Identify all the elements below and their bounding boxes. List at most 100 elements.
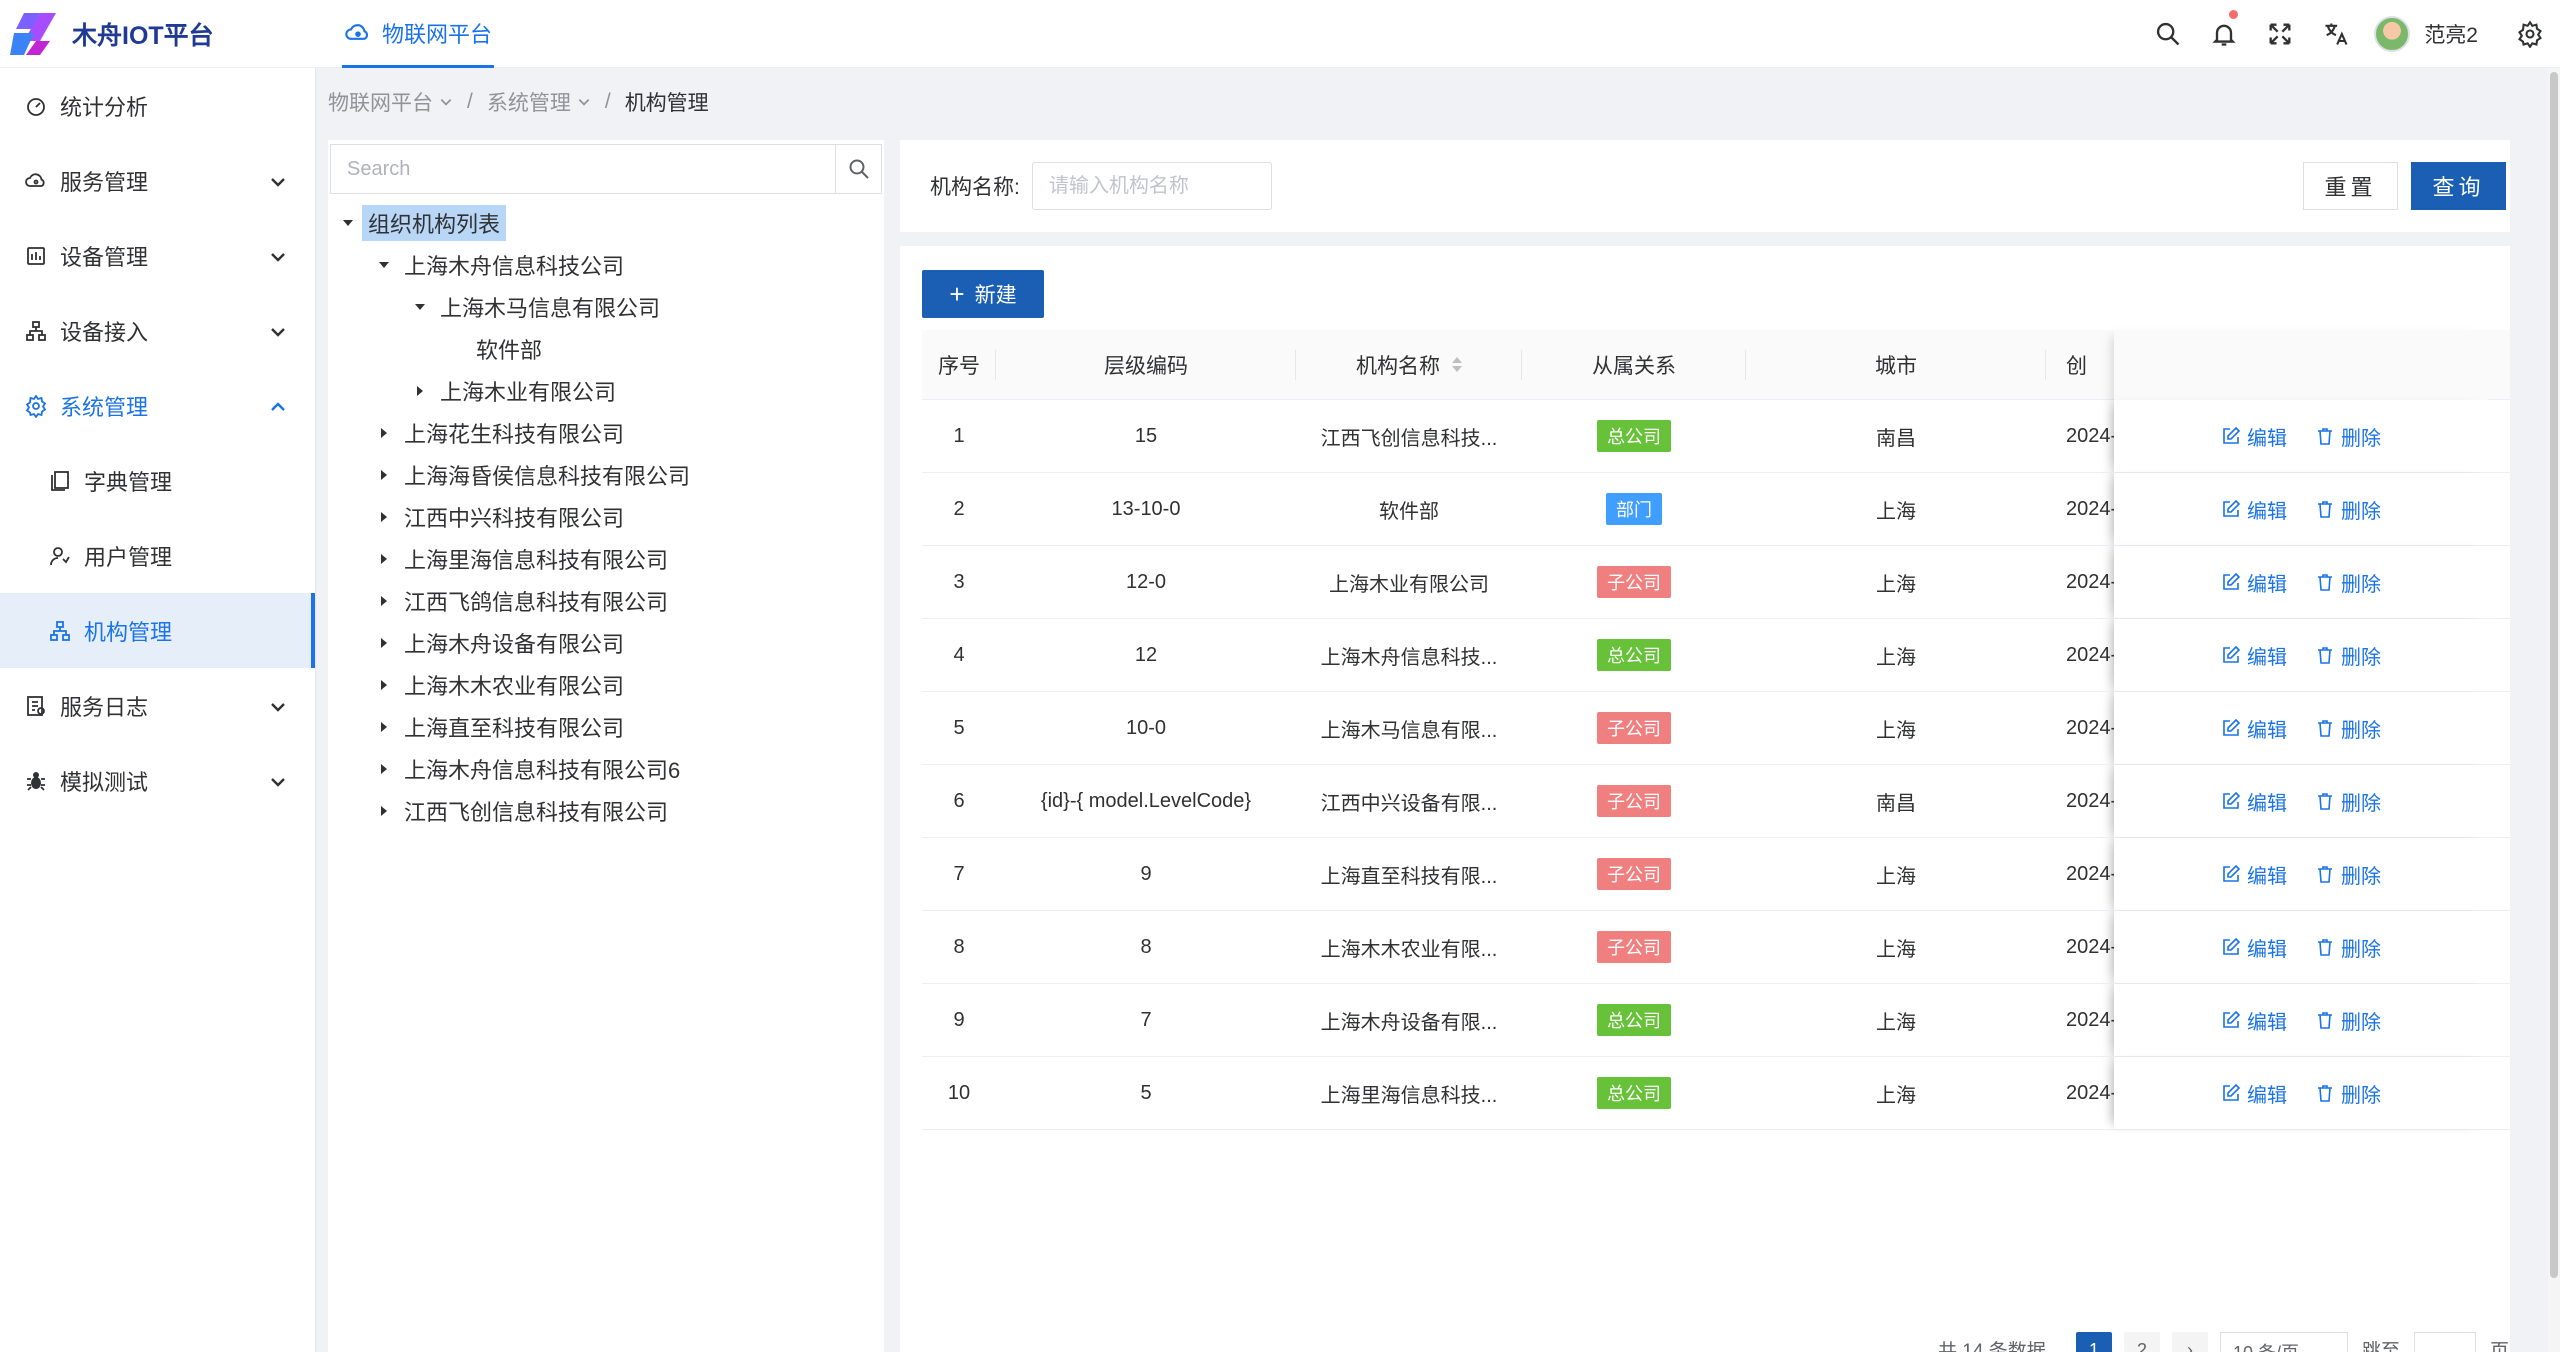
notification-button[interactable] <box>2196 0 2252 68</box>
org-name-input[interactable] <box>1031 162 1272 210</box>
edit-button[interactable]: 编辑 <box>2221 568 2287 597</box>
breadcrumb-item-system[interactable]: 系统管理 <box>487 87 591 117</box>
sidebar-item-dictionary[interactable]: 字典管理 <box>0 443 315 518</box>
relation-badge: 子公司 <box>1597 566 1671 598</box>
edit-button[interactable]: 编辑 <box>2221 422 2287 451</box>
page-button-1[interactable]: 1 <box>2076 1332 2112 1352</box>
sidebar-item-device[interactable]: 设备管理 <box>0 218 315 293</box>
tree-node[interactable]: 软件部 <box>330 328 882 370</box>
cell-level-code: 8 <box>1140 935 1152 958</box>
tree-node[interactable]: 江西中兴科技有限公司 <box>330 496 882 538</box>
delete-button[interactable]: 删除 <box>2315 787 2381 816</box>
tree-node[interactable]: 江西飞创信息科技有限公司 <box>330 790 882 832</box>
sidebar-item-bug[interactable]: 模拟测试 <box>0 743 315 818</box>
tree-node[interactable]: 上海木舟信息科技公司 <box>330 244 882 286</box>
caret-right-icon[interactable] <box>370 797 398 825</box>
edit-button[interactable]: 编辑 <box>2221 860 2287 889</box>
breadcrumb-label: 系统管理 <box>486 92 571 115</box>
edit-button[interactable]: 编辑 <box>2221 641 2287 670</box>
user-menu[interactable]: 范亮2 <box>2364 0 2500 68</box>
column-header-org-name[interactable]: 机构名称 <box>1296 330 1522 399</box>
sidebar-item-cloud-service[interactable]: 服务管理 <box>0 143 315 218</box>
tree-node-label: 上海木舟设备有限公司 <box>404 632 625 657</box>
cell-relation: 子公司 <box>1522 911 1746 983</box>
delete-button[interactable]: 删除 <box>2315 714 2381 743</box>
chevron-down-icon <box>269 171 287 189</box>
next-page-button[interactable]: › <box>2172 1332 2208 1352</box>
tree-node[interactable]: 上海木舟信息科技有限公司6 <box>330 748 882 790</box>
cell-index: 5 <box>953 716 965 739</box>
cell-org-name: 上海木马信息有限... <box>1320 719 1498 742</box>
caret-right-icon[interactable] <box>370 671 398 699</box>
sidebar-item-label: 用户管理 <box>84 544 173 570</box>
tree-node[interactable]: 上海木木农业有限公司 <box>330 664 882 706</box>
tree-node[interactable]: 上海海昏侯信息科技有限公司 <box>330 454 882 496</box>
tree-node[interactable]: 上海木舟设备有限公司 <box>330 622 882 664</box>
edit-button[interactable]: 编辑 <box>2221 1079 2287 1108</box>
delete-button[interactable]: 删除 <box>2315 422 2381 451</box>
page-scrollbar[interactable] <box>2548 68 2560 1352</box>
edit-icon <box>2221 499 2247 519</box>
new-button[interactable]: + 新建 <box>922 270 1044 318</box>
edit-button[interactable]: 编辑 <box>2221 495 2287 524</box>
tree-node[interactable]: 组织机构列表 <box>330 202 882 244</box>
scrollbar-thumb[interactable] <box>2550 72 2558 1278</box>
caret-right-icon[interactable] <box>370 545 398 573</box>
caret-right-icon[interactable] <box>406 377 434 405</box>
caret-right-icon[interactable] <box>370 461 398 489</box>
edit-button[interactable]: 编辑 <box>2221 714 2287 743</box>
page-button-2[interactable]: 2 <box>2124 1332 2160 1352</box>
delete-button[interactable]: 删除 <box>2315 1006 2381 1035</box>
delete-button[interactable]: 删除 <box>2315 860 2381 889</box>
caret-down-icon[interactable] <box>370 251 398 279</box>
tree-node[interactable]: 江西飞鸽信息科技有限公司 <box>330 580 882 622</box>
tree-node[interactable]: 上海花生科技有限公司 <box>330 412 882 454</box>
table-row: 9 7 上海木舟设备有限... 总公司 上海 2024-08 编辑 删除 <box>922 984 2510 1057</box>
tree-search-input[interactable] <box>331 145 835 193</box>
edit-button[interactable]: 编辑 <box>2221 933 2287 962</box>
sort-icon[interactable] <box>1452 357 1462 372</box>
table-row: 6 {id}-{ model.LevelCode} 江西中兴设备有限... 子公司 南昌… <box>922 765 2510 838</box>
brand[interactable]: 木舟IOT平台 <box>10 10 214 58</box>
delete-button[interactable]: 删除 <box>2315 641 2381 670</box>
tree-node[interactable]: 上海里海信息科技有限公司 <box>330 538 882 580</box>
fullscreen-button[interactable] <box>2252 0 2308 68</box>
delete-button[interactable]: 删除 <box>2315 495 2381 524</box>
tree-search-button[interactable] <box>835 145 881 193</box>
search-button[interactable] <box>2140 0 2196 68</box>
caret-right-icon[interactable] <box>370 629 398 657</box>
settings-button[interactable] <box>2500 0 2560 68</box>
sidebar-item-dashboard[interactable]: 统计分析 <box>0 68 315 143</box>
sidebar-item-user[interactable]: 用户管理 <box>0 518 315 593</box>
caret-right-icon[interactable] <box>370 419 398 447</box>
caret-right-icon[interactable] <box>370 755 398 783</box>
page-size-select[interactable]: 10 条/页 <box>2220 1332 2348 1352</box>
caret-down-icon[interactable] <box>334 209 362 237</box>
breadcrumb-item-iot[interactable]: 物联网平台 <box>328 87 453 117</box>
caret-right-icon[interactable] <box>370 713 398 741</box>
delete-button[interactable]: 删除 <box>2315 933 2381 962</box>
tree-node[interactable]: 上海木马信息有限公司 <box>330 286 882 328</box>
sidebar-item-org[interactable]: 机构管理 <box>0 593 315 668</box>
cell-actions: 编辑 删除 <box>2114 546 2488 618</box>
query-button[interactable]: 查询 <box>2411 162 2506 210</box>
sidebar-item-gear[interactable]: 系统管理 <box>0 368 315 443</box>
top-nav-iot[interactable]: 物联网平台 <box>342 0 495 68</box>
caret-right-icon[interactable] <box>370 503 398 531</box>
sidebar-item-log[interactable]: 服务日志 <box>0 668 315 743</box>
tree-node[interactable]: 上海直至科技有限公司 <box>330 706 882 748</box>
caret-down-icon[interactable] <box>406 293 434 321</box>
edit-button[interactable]: 编辑 <box>2221 787 2287 816</box>
delete-button[interactable]: 删除 <box>2315 568 2381 597</box>
cell-city: 南昌 <box>1876 792 1916 815</box>
cell-actions: 编辑 删除 <box>2114 838 2488 910</box>
reset-button[interactable]: 重置 <box>2303 162 2398 210</box>
edit-button[interactable]: 编辑 <box>2221 1006 2287 1035</box>
goto-page-input[interactable] <box>2414 1332 2476 1352</box>
tree-node-label: 上海海昏侯信息科技有限公司 <box>404 464 691 489</box>
delete-button[interactable]: 删除 <box>2315 1079 2381 1108</box>
language-button[interactable] <box>2308 0 2364 68</box>
caret-right-icon[interactable] <box>370 587 398 615</box>
tree-node[interactable]: 上海木业有限公司 <box>330 370 882 412</box>
sidebar-item-network[interactable]: 设备接入 <box>0 293 315 368</box>
